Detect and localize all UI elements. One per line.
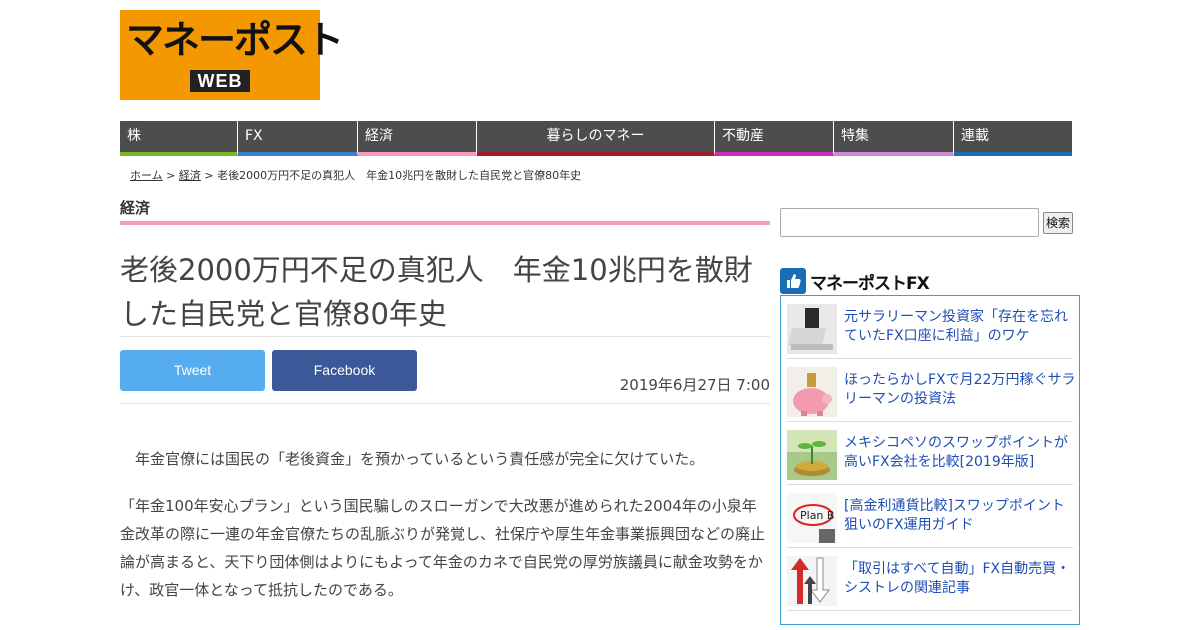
nav-item-series[interactable]: 連載 — [954, 121, 1072, 156]
site-logo[interactable]: マネーポスト WEB — [120, 10, 344, 100]
tweet-button[interactable]: Tweet — [120, 350, 265, 391]
article-paragraph: 年金官僚には国民の「老後資金」を預かっているという責任感が完全に欠けていた。 — [135, 450, 705, 468]
logo-web-badge: WEB — [190, 70, 250, 92]
fx-article-link[interactable]: 「取引はすべて自動」FX自動売買・シストレの関連記事 — [844, 560, 1076, 598]
plant-coins-photo — [787, 430, 837, 480]
plan-b-text: Plan B — [800, 509, 834, 522]
nav-item-living-money[interactable]: 暮らしのマネー — [477, 121, 715, 156]
nav-item-fx[interactable]: FX — [238, 121, 358, 156]
nav-item-real-estate[interactable]: 不動産 — [715, 121, 834, 156]
nav-item-stocks[interactable]: 株 — [120, 121, 238, 156]
list-item[interactable]: 元サラリーマン投資家「存在を忘れていたFX口座に利益」のワケ — [787, 296, 1073, 359]
breadcrumb-category-link[interactable]: 経済 — [179, 169, 201, 182]
search-input[interactable] — [780, 208, 1039, 237]
list-item[interactable]: ほったらかしFXで月22万円稼ぐサラリーマンの投資法 — [787, 359, 1076, 422]
breadcrumb: ホーム > 経済 > 老後2000万円不足の真犯人 年金10兆円を散財した自民党… — [130, 167, 581, 183]
plan-b-photo: Plan B — [787, 493, 837, 543]
list-item[interactable]: 「取引はすべて自動」FX自動売買・シストレの関連記事 — [787, 548, 1073, 611]
arrows-photo — [787, 556, 837, 606]
article-category-label: 経済 — [120, 199, 151, 217]
article-date: 2019年6月27日 7:00 — [619, 376, 770, 394]
thumbs-up-icon — [780, 268, 806, 294]
fx-widget-header[interactable]: マネーポストFX — [780, 268, 930, 294]
article-title: 老後2000万円不足の真犯人 年金10兆円を散財した自民党と官僚80年史 — [120, 253, 753, 331]
fx-article-link[interactable]: ほったらかしFXで月22万円稼ぐサラリーマンの投資法 — [844, 371, 1076, 409]
fx-widget-title: マネーポストFX — [810, 273, 930, 294]
main-nav: 株 FX 経済 暮らしのマネー 不動産 特集 連載 — [120, 121, 1072, 156]
logo-text: マネーポスト — [126, 18, 344, 62]
breadcrumb-current: 老後2000万円不足の真犯人 年金10兆円を散財した自民党と官僚80年史 — [217, 169, 582, 182]
breadcrumb-home-link[interactable]: ホーム — [130, 169, 163, 182]
divider — [120, 336, 770, 337]
divider — [120, 403, 770, 404]
list-item[interactable]: メキシコペソのスワップポイントが高いFX会社を比較[2019年版] — [787, 422, 1073, 485]
breadcrumb-separator: > — [162, 169, 179, 182]
fx-article-list: 元サラリーマン投資家「存在を忘れていたFX口座に利益」のワケ ほったらかしFXで… — [780, 295, 1080, 625]
fx-article-link[interactable]: [高金利通貨比較]スワップポイント狙いのFX運用ガイド — [844, 497, 1076, 535]
search-button[interactable]: 検索 — [1043, 212, 1073, 234]
fx-article-link[interactable]: メキシコペソのスワップポイントが高いFX会社を比較[2019年版] — [844, 434, 1076, 472]
facebook-button[interactable]: Facebook — [272, 350, 417, 391]
breadcrumb-separator: > — [200, 169, 218, 182]
nav-item-features[interactable]: 特集 — [834, 121, 954, 156]
article-paragraph: 「年金100年安心プラン」という国民騙しのスローガンで大改悪が進められた2004… — [120, 497, 766, 599]
piggy-bank-photo — [787, 367, 837, 417]
laptop-photo — [787, 304, 837, 354]
category-divider — [120, 221, 770, 225]
nav-item-economy[interactable]: 経済 — [358, 121, 477, 156]
fx-article-link[interactable]: 元サラリーマン投資家「存在を忘れていたFX口座に利益」のワケ — [844, 308, 1076, 346]
list-item[interactable]: Plan B [高金利通貨比較]スワップポイント狙いのFX運用ガイド — [787, 485, 1073, 548]
